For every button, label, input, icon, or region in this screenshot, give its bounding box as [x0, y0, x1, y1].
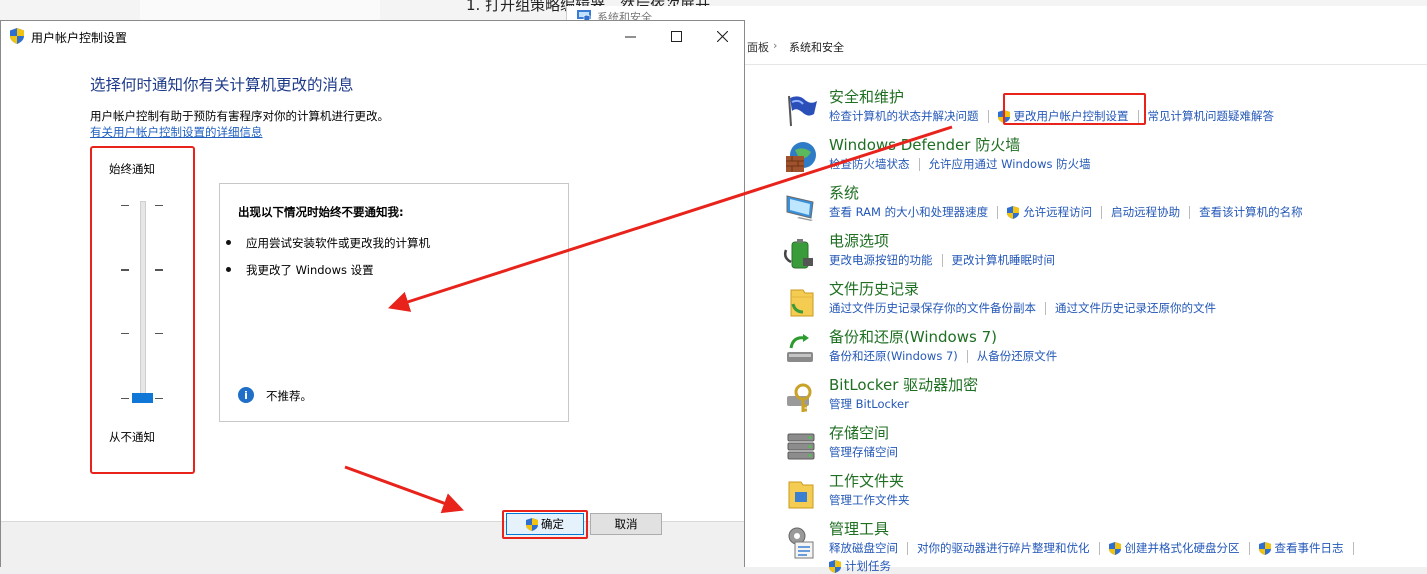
- link-create-partition-label: 创建并格式化硬盘分区: [1124, 541, 1240, 555]
- category-bitlocker: BitLocker 驱动器加密 管理 BitLocker: [783, 374, 1423, 420]
- backup-icon: [787, 334, 813, 362]
- link-manage-work-folders[interactable]: 管理工作文件夹: [829, 492, 910, 508]
- link-restore-files[interactable]: 通过文件历史记录还原你的文件: [1055, 300, 1216, 316]
- link-separator: [918, 157, 920, 171]
- dialog-title: 用户帐户控制设置: [31, 31, 128, 45]
- info-icon: i: [238, 387, 254, 403]
- uac-shield-icon: [1108, 541, 1121, 555]
- dialog-heading: 选择何时通知你有关计算机更改的消息: [90, 76, 354, 94]
- category-work-folders: 工作文件夹 管理工作文件夹: [783, 470, 1423, 516]
- link-separator: [987, 109, 989, 123]
- firewall-icon: [786, 142, 816, 172]
- link-separator: [1248, 541, 1250, 555]
- link-power-button[interactable]: 更改电源按钮的功能: [829, 252, 933, 268]
- uac-shield-icon: [1258, 541, 1271, 555]
- uac-shield-icon: [1007, 205, 1020, 219]
- category-power-options: 电源选项 更改电源按钮的功能 更改计算机睡眠时间: [783, 230, 1423, 276]
- storage-icon: [787, 433, 815, 460]
- link-separator: [1101, 205, 1103, 219]
- category-title[interactable]: 系统: [829, 182, 859, 203]
- category-title[interactable]: 管理工具: [829, 518, 889, 539]
- computer-icon: [786, 195, 814, 221]
- category-title[interactable]: 备份和还原(Windows 7): [829, 326, 997, 347]
- link-view-ram[interactable]: 查看 RAM 的大小和处理器速度: [829, 204, 988, 220]
- category-title[interactable]: BitLocker 驱动器加密: [829, 374, 978, 395]
- uac-shield-icon: [10, 28, 24, 44]
- category-file-history: 文件历史记录 通过文件历史记录保存你的文件备份副本 通过文件历史记录还原你的文件: [783, 278, 1423, 324]
- link-allow-app-firewall[interactable]: 允许应用通过 Windows 防火墙: [929, 156, 1091, 172]
- close-button[interactable]: [699, 21, 745, 51]
- link-separator: [997, 205, 999, 219]
- admin-tools-icon: [788, 527, 814, 559]
- level-description-bullet: 应用尝试安装软件或更改我的计算机: [226, 236, 430, 250]
- breadcrumb-control-panel[interactable]: 面板: [747, 39, 769, 55]
- link-restore-from-backup[interactable]: 从备份还原文件: [977, 348, 1058, 364]
- more-info-link[interactable]: 有关用户帐户控制设置的详细信息: [90, 124, 263, 140]
- category-title[interactable]: 电源选项: [829, 230, 889, 251]
- minimize-button[interactable]: [607, 21, 653, 51]
- link-manage-bitlocker[interactable]: 管理 BitLocker: [829, 396, 909, 412]
- breadcrumb-separator: ›: [773, 39, 778, 52]
- link-separator: [1189, 205, 1191, 219]
- close-icon: [716, 30, 728, 42]
- link-separator: [941, 253, 943, 267]
- link-create-partition[interactable]: 创建并格式化硬盘分区: [1108, 540, 1240, 556]
- level-description-bullet: 我更改了 Windows 设置: [226, 263, 374, 277]
- link-separator: [907, 541, 908, 555]
- level-description-heading: 出现以下情况时始终不要通知我:: [238, 205, 404, 219]
- flag-icon: [788, 95, 817, 127]
- category-backup-restore: 备份和还原(Windows 7) 备份和还原(Windows 7) 从备份还原文…: [783, 326, 1423, 372]
- folder-history-icon: [790, 289, 814, 317]
- link-manage-storage[interactable]: 管理存储空间: [829, 444, 898, 460]
- not-recommended-note: 不推荐。: [266, 389, 312, 403]
- link-separator: [1045, 301, 1046, 315]
- category-title[interactable]: 存储空间: [829, 422, 889, 443]
- category-admin-tools: 管理工具 释放磁盘空间 对你的驱动器进行碎片整理和优化 创建并格式化硬盘分区 查…: [783, 518, 1423, 573]
- level-description-box: 出现以下情况时始终不要通知我: 应用尝试安装软件或更改我的计算机 我更改了 Wi…: [219, 183, 569, 422]
- category-title[interactable]: Windows Defender 防火墙: [829, 134, 1020, 155]
- link-check-status[interactable]: 检查计算机的状态并解决问题: [829, 108, 979, 124]
- link-computer-name[interactable]: 查看该计算机的名称: [1199, 204, 1303, 220]
- link-allow-remote[interactable]: 允许远程访问: [1007, 204, 1092, 220]
- link-check-firewall[interactable]: 检查防火墙状态: [829, 156, 910, 172]
- bitlocker-key-icon: [787, 383, 812, 412]
- link-save-backup[interactable]: 通过文件历史记录保存你的文件备份副本: [829, 300, 1036, 316]
- link-event-log[interactable]: 查看事件日志: [1258, 540, 1344, 556]
- maximize-icon: [670, 30, 682, 42]
- highlight-slider: [90, 146, 195, 474]
- category-storage-spaces: 存储空间 管理存储空间: [783, 422, 1423, 468]
- link-free-disk-space[interactable]: 释放磁盘空间: [829, 540, 898, 556]
- link-troubleshoot[interactable]: 常见计算机问题疑难解答: [1148, 108, 1275, 124]
- link-separator: [966, 349, 968, 363]
- link-sleep-time[interactable]: 更改计算机睡眠时间: [952, 252, 1056, 268]
- link-schedule-tasks-label: 计划任务: [845, 559, 891, 573]
- breadcrumb-system-security[interactable]: 系统和安全: [789, 39, 844, 55]
- category-title[interactable]: 文件历史记录: [829, 278, 919, 299]
- uac-settings-dialog: 用户帐户控制设置 选择何时通知你有关计算机更改的消息 用户帐户控制有助于预防有害…: [0, 20, 745, 567]
- link-event-log-label: 查看事件日志: [1274, 541, 1344, 555]
- category-system: 系统 查看 RAM 的大小和处理器速度 允许远程访问 启动远程协助 查看该计算机…: [783, 182, 1423, 228]
- maximize-button[interactable]: [653, 21, 699, 51]
- dialog-description: 用户帐户控制有助于预防有害程序对你的计算机进行更改。: [90, 109, 389, 123]
- minimize-icon: [624, 36, 636, 37]
- cancel-button[interactable]: 取消: [590, 513, 662, 535]
- link-separator: [1098, 541, 1100, 555]
- link-allow-remote-label: 允许远程访问: [1023, 205, 1093, 219]
- link-separator: [1352, 541, 1354, 555]
- background-document-panel: [140, 0, 380, 20]
- work-folder-icon: [788, 481, 814, 509]
- link-schedule-tasks[interactable]: 计划任务: [829, 558, 891, 574]
- uac-shield-icon: [829, 559, 841, 573]
- highlight-ok-button: [502, 510, 588, 539]
- link-remote-assistance[interactable]: 启动远程协助: [1111, 204, 1180, 220]
- link-defragment[interactable]: 对你的驱动器进行碎片整理和优化: [917, 540, 1090, 556]
- link-backup-restore-win7[interactable]: 备份和还原(Windows 7): [829, 348, 958, 364]
- category-firewall: Windows Defender 防火墙 检查防火墙状态 允许应用通过 Wind…: [783, 134, 1423, 180]
- category-title[interactable]: 工作文件夹: [829, 470, 904, 491]
- highlight-uac-link: [1003, 93, 1146, 125]
- battery-icon: [783, 239, 813, 269]
- category-title[interactable]: 安全和维护: [829, 86, 904, 107]
